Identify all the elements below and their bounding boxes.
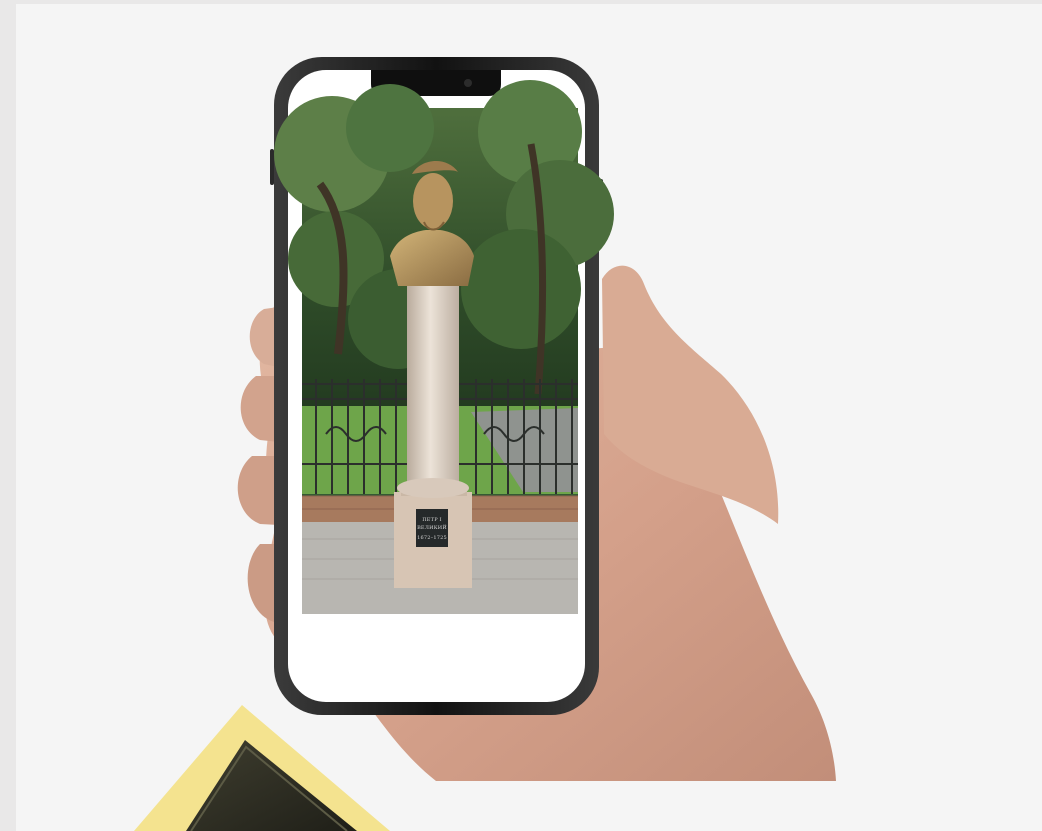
decorative-frame — [134, 705, 390, 831]
camera-icon — [464, 79, 472, 87]
monument-column — [407, 284, 459, 487]
plaque-line-1: ПЕТР I — [422, 517, 441, 523]
volume-button — [270, 149, 274, 185]
smartphone: ПЕТР I ВЕЛИКИЙ 1672–1725 — [270, 57, 614, 715]
plaque-line-2: ВЕЛИКИЙ — [417, 523, 447, 531]
monument-photo: ПЕТР I ВЕЛИКИЙ 1672–1725 — [274, 80, 614, 614]
plaque-line-3: 1672–1725 — [417, 535, 447, 541]
canvas: ПЕТР I ВЕЛИКИЙ 1672–1725 — [16, 4, 1042, 831]
phone-scene-illustration: ПЕТР I ВЕЛИКИЙ 1672–1725 — [134, 57, 836, 831]
